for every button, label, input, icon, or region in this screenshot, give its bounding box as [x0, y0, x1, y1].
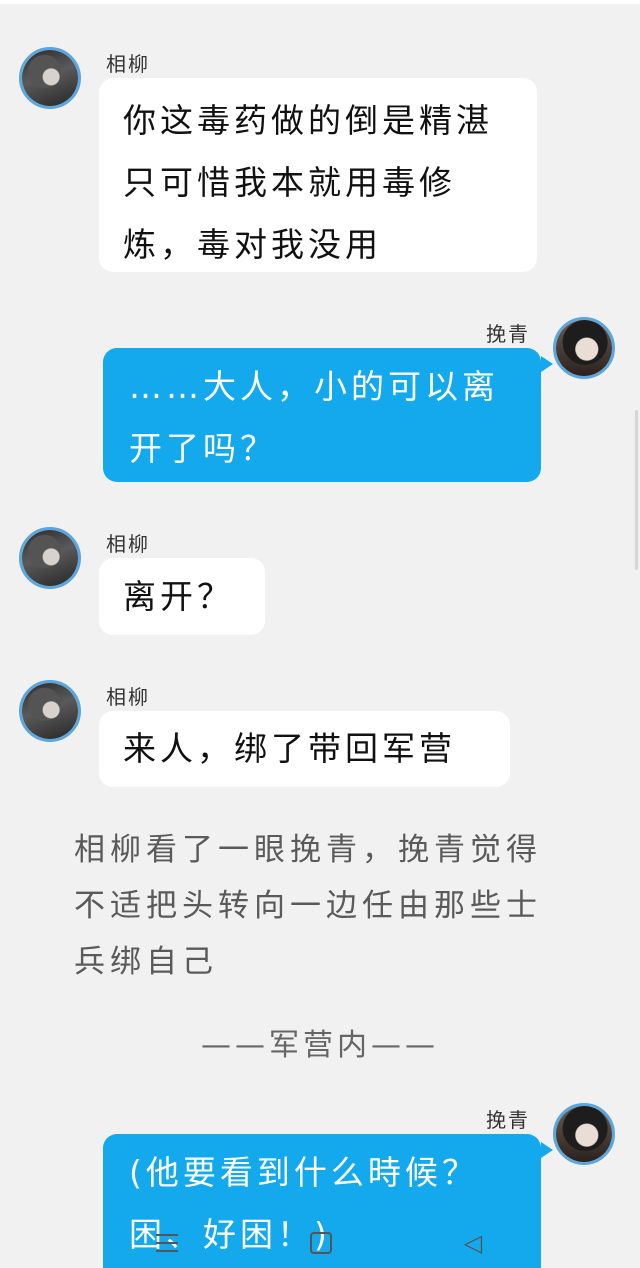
top-edge [0, 0, 640, 4]
message-bubble-left[interactable]: 来人，绑了带回军营 [99, 711, 510, 787]
sender-name: 相柳 [106, 685, 150, 709]
narration-text: 相柳看了一眼挽青，挽青觉得不适把头转向一边任由那些士兵绑自己 [74, 832, 542, 980]
avatar-wanqing[interactable] [553, 317, 615, 379]
navigation-bar: ◁ [0, 1222, 640, 1268]
back-icon[interactable]: ◁ [458, 1228, 488, 1258]
message-bubble-left[interactable]: 你这毒药做的倒是精湛只可惜我本就用毒修炼，毒对我没用 [99, 78, 537, 272]
menu-icon[interactable] [152, 1228, 182, 1258]
avatar-xiangliu[interactable] [19, 527, 81, 589]
sender-name: 相柳 [106, 52, 150, 76]
home-icon[interactable] [306, 1228, 336, 1258]
sender-name: 相柳 [106, 532, 150, 556]
avatar-xiangliu[interactable] [19, 47, 81, 109]
message-bubble-left[interactable]: 离开？ [99, 558, 265, 635]
avatar-wanqing[interactable] [553, 1103, 615, 1165]
scene-marker: ——军营内—— [201, 1028, 439, 1063]
message-bubble-right[interactable]: ……大人，小的可以离开了吗？ [103, 348, 553, 482]
sender-name: 挽青 [486, 1108, 530, 1132]
scrollbar[interactable] [635, 410, 638, 570]
sender-name: 挽青 [486, 322, 530, 346]
avatar-xiangliu[interactable] [19, 680, 81, 742]
